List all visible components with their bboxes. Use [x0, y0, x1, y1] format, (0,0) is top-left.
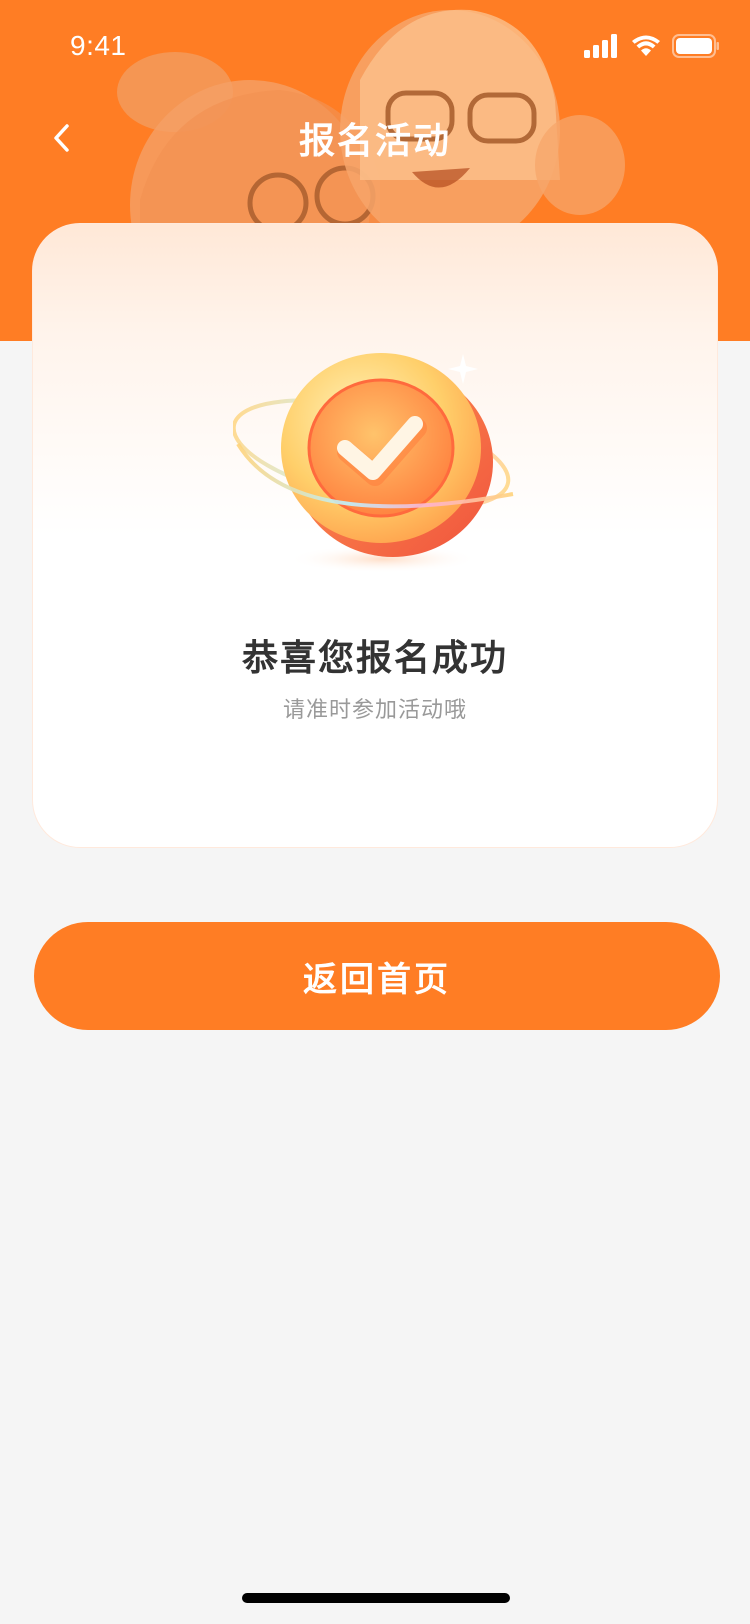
- nav-bar: 报名活动: [0, 94, 750, 182]
- status-icons: [584, 32, 720, 60]
- signup-success-screen: 9:41 报名活动 恭喜您报名成功 请准时参加活动哦 返回首页: [0, 0, 750, 1624]
- return-home-button[interactable]: 返回首页: [34, 922, 720, 1030]
- home-indicator: [242, 1593, 510, 1603]
- result-card: 恭喜您报名成功 请准时参加活动哦: [32, 223, 718, 848]
- battery-icon: [672, 34, 719, 58]
- success-title: 恭喜您报名成功: [241, 638, 508, 679]
- page-title: 报名活动: [298, 121, 451, 162]
- check-badge-icon: [231, 344, 533, 574]
- cellular-signal-icon: [584, 34, 617, 58]
- status-time: 9:41: [70, 30, 127, 61]
- wifi-icon: [632, 35, 660, 56]
- success-subtitle: 请准时参加活动哦: [282, 698, 467, 723]
- status-bar: 9:41: [0, 0, 750, 94]
